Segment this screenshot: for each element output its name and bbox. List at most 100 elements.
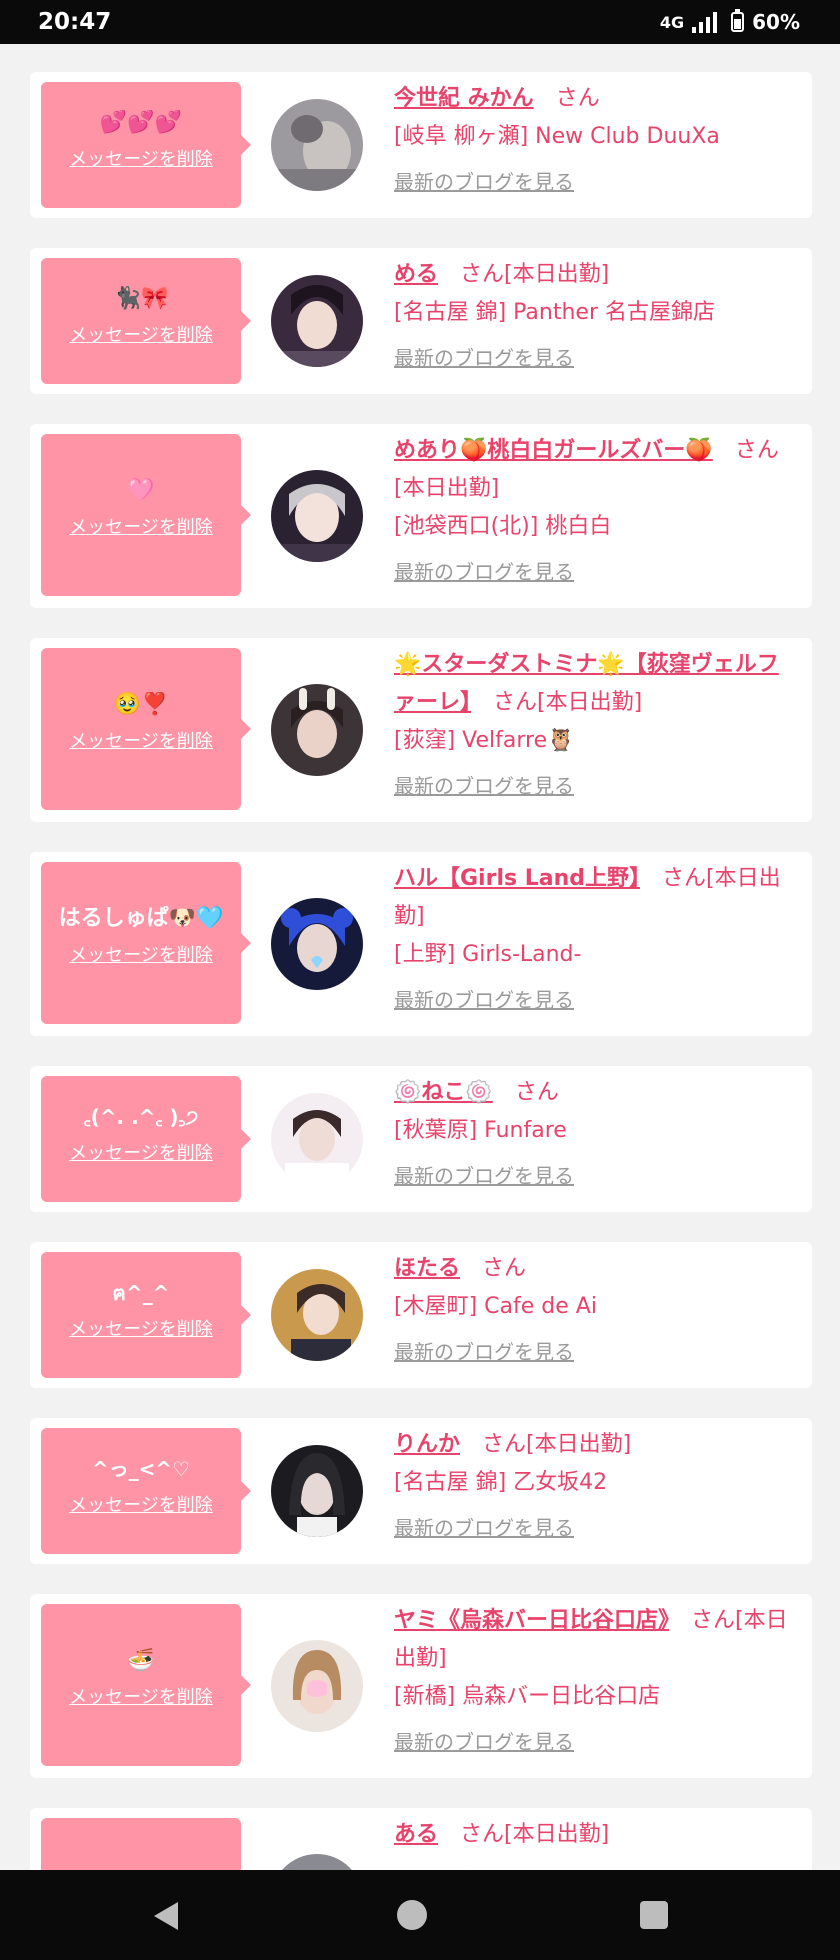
avatar[interactable] [271, 898, 363, 990]
shop-info: [上野] Girls-Land- [394, 942, 582, 967]
message-text: 🍜 [127, 1648, 155, 1673]
avatar[interactable] [271, 1269, 363, 1361]
list-item: ฅ^_^ メッセージを削除 ほたる さん [木屋町] Cafe de Ai 最新… [30, 1242, 812, 1388]
honorific: さん [514, 1080, 559, 1105]
entry-info: 🍥ねこ🍥 さん [秋葉原] Funfare 最新のブログを見る [394, 1074, 792, 1189]
delete-message-link[interactable]: メッセージを削除 [41, 727, 241, 753]
recent-apps-icon [640, 1901, 668, 1929]
status-time: 20:47 [38, 9, 112, 35]
shop-info: [池袋西口(北)] 桃白白 [394, 514, 612, 539]
entry-info: りんか さん[本日出勤] [名古屋 錦] 乙女坂42 最新のブログを見る [394, 1426, 792, 1541]
shop-info: [荻窪] Velfarre🦉 [394, 728, 575, 753]
delete-message-link[interactable]: メッセージを削除 [41, 941, 241, 967]
list-item: はるしゅぱ🐶🩵 メッセージを削除 ハル【Girls Land上野】 さん[本日出… [30, 852, 812, 1036]
home-button[interactable] [352, 1870, 472, 1960]
honorific: さん[本日出勤] [493, 690, 643, 715]
back-icon [154, 1902, 178, 1930]
message-text: ꜀(^. .^꜀ )꜆੭ [83, 1105, 199, 1129]
list-item: ^っ_<^♡ メッセージを削除 りんか さん[本日出勤] [名古屋 錦] 乙女坂… [30, 1418, 812, 1564]
avatar[interactable] [271, 99, 363, 191]
shop-info: [新橋] 烏森バー日比谷口店 [394, 1684, 661, 1709]
user-name-link[interactable]: ある [394, 1822, 438, 1847]
entry-info: 🌟スターダストミナ🌟【荻窪ヴェルファーレ】 さん[本日出勤] [荻窪] Velf… [394, 646, 792, 799]
latest-blog-link[interactable]: 最新のブログを見る [394, 1726, 574, 1755]
message-box: 🥹❣️ メッセージを削除 [41, 648, 251, 810]
user-name-link[interactable]: 今世紀 みかん [394, 86, 534, 111]
avatar[interactable] [271, 1854, 363, 1870]
status-icons: 4G 60% [659, 9, 800, 34]
list-item: 🐈‍⬛🎀 メッセージを削除 める さん[本日出勤] [名古屋 錦] Panthe… [30, 248, 812, 394]
honorific: さん [555, 86, 600, 111]
latest-blog-link[interactable]: 最新のブログを見る [394, 984, 574, 1013]
delete-message-link[interactable]: メッセージを削除 [41, 1315, 241, 1341]
user-name-link[interactable]: めあり🍑桃白白ガールズバー🍑 [394, 438, 713, 463]
shop-info: [岐阜 柳ヶ瀬] New Club DuuXa [394, 124, 720, 149]
latest-blog-link[interactable]: 最新のブログを見る [394, 1512, 574, 1541]
entry-info: ハル【Girls Land上野】 さん[本日出勤] [上野] Girls-Lan… [394, 860, 792, 1013]
delete-message-link[interactable]: メッセージを削除 [41, 513, 241, 539]
message-text: 🥹❣️ [113, 692, 169, 717]
delete-message-link[interactable]: メッセージを削除 [41, 1683, 241, 1709]
message-box: ^っ_<^♡ メッセージを削除 [41, 1428, 251, 1554]
latest-blog-link[interactable]: 最新のブログを見る [394, 556, 574, 585]
avatar[interactable] [271, 1093, 363, 1185]
list-item: 💕💕💕 メッセージを削除 今世紀 みかん さん [岐阜 柳ヶ瀬] New Clu… [30, 72, 812, 218]
message-text: 🐈‍⬛🎀 [113, 286, 169, 311]
message-text: ^っ_<^♡ [91, 1457, 191, 1481]
user-name-link[interactable]: 🍥ねこ🍥 [394, 1080, 493, 1105]
home-icon [397, 1900, 427, 1930]
user-name-link[interactable]: りんか [394, 1432, 460, 1457]
status-bar: 20:47 4G 60% [0, 0, 840, 44]
list-item: 🥹❣️ メッセージを削除 🌟スターダストミナ🌟【荻窪ヴェルファーレ】 さん[本日… [30, 638, 812, 822]
list-item: ꜀(^. .^꜀ )꜆੭ メッセージを削除 🍥ねこ🍥 さん [秋葉原] Funf… [30, 1066, 812, 1212]
latest-blog-link[interactable]: 最新のブログを見る [394, 770, 574, 799]
honorific: さん[本日出勤] [460, 1822, 610, 1847]
user-name-link[interactable]: ハル【Girls Land上野】 [394, 866, 640, 891]
battery-icon [731, 9, 745, 32]
avatar[interactable] [271, 470, 363, 562]
latest-blog-link[interactable]: 最新のブログを見る [394, 342, 574, 371]
list-item: メッセージを削除 ある さん[本日出勤] 最新のブログを見る [30, 1808, 812, 1870]
user-name-link[interactable]: める [394, 262, 438, 287]
message-text: 🩷 [127, 478, 155, 503]
message-box: 💕💕💕 メッセージを削除 [41, 82, 251, 208]
avatar[interactable] [271, 684, 363, 776]
delete-message-link[interactable]: メッセージを削除 [41, 1139, 241, 1165]
message-text: ฅ^_^ [112, 1281, 170, 1305]
network-type: 4G [659, 12, 685, 32]
shop-info: [名古屋 錦] 乙女坂42 [394, 1470, 608, 1495]
signal-icon [692, 11, 718, 33]
user-name-link[interactable]: ヤミ《烏森バー日比谷口店》 [394, 1608, 669, 1633]
avatar[interactable] [271, 275, 363, 367]
avatar[interactable] [271, 1640, 363, 1732]
delete-message-link[interactable]: メッセージを削除 [41, 321, 241, 347]
latest-blog-link[interactable]: 最新のブログを見る [394, 1336, 574, 1365]
honorific: さん[本日出勤] [482, 1432, 632, 1457]
list-item: 🩷 メッセージを削除 めあり🍑桃白白ガールズバー🍑 さん[本日出勤] [池袋西口… [30, 424, 812, 608]
recent-apps-button[interactable] [594, 1870, 714, 1960]
shop-info: [木屋町] Cafe de Ai [394, 1294, 597, 1319]
shop-info: [秋葉原] Funfare [394, 1118, 567, 1143]
entry-info: ヤミ《烏森バー日比谷口店》 さん[本日出勤] [新橋] 烏森バー日比谷口店 最新… [394, 1602, 792, 1755]
message-text: はるしゅぱ🐶🩵 [58, 906, 224, 931]
honorific: さん[本日出勤] [460, 262, 610, 287]
entry-info: ほたる さん [木屋町] Cafe de Ai 最新のブログを見る [394, 1250, 792, 1365]
message-box: 🍜 メッセージを削除 [41, 1604, 251, 1766]
entry-info: めあり🍑桃白白ガールズバー🍑 さん[本日出勤] [池袋西口(北)] 桃白白 最新… [394, 432, 792, 585]
delete-message-link[interactable]: メッセージを削除 [41, 1491, 241, 1517]
delete-message-link[interactable]: メッセージを削除 [41, 145, 241, 171]
latest-blog-link[interactable]: 最新のブログを見る [394, 166, 574, 195]
entry-info: める さん[本日出勤] [名古屋 錦] Panther 名古屋錦店 最新のブログ… [394, 256, 792, 371]
avatar[interactable] [271, 1445, 363, 1537]
system-nav-bar [0, 1870, 840, 1960]
shop-info: [名古屋 錦] Panther 名古屋錦店 [394, 300, 715, 325]
user-name-link[interactable]: ほたる [394, 1256, 460, 1281]
message-box: ฅ^_^ メッセージを削除 [41, 1252, 251, 1378]
back-button[interactable] [108, 1870, 228, 1960]
message-box: ꜀(^. .^꜀ )꜆੭ メッセージを削除 [41, 1076, 251, 1202]
entry-info: 今世紀 みかん さん [岐阜 柳ヶ瀬] New Club DuuXa 最新のブロ… [394, 80, 792, 195]
message-box: 🩷 メッセージを削除 [41, 434, 251, 596]
message-list: 💕💕💕 メッセージを削除 今世紀 みかん さん [岐阜 柳ヶ瀬] New Clu… [0, 44, 840, 1870]
latest-blog-link[interactable]: 最新のブログを見る [394, 1160, 574, 1189]
message-box: メッセージを削除 [41, 1818, 241, 1870]
